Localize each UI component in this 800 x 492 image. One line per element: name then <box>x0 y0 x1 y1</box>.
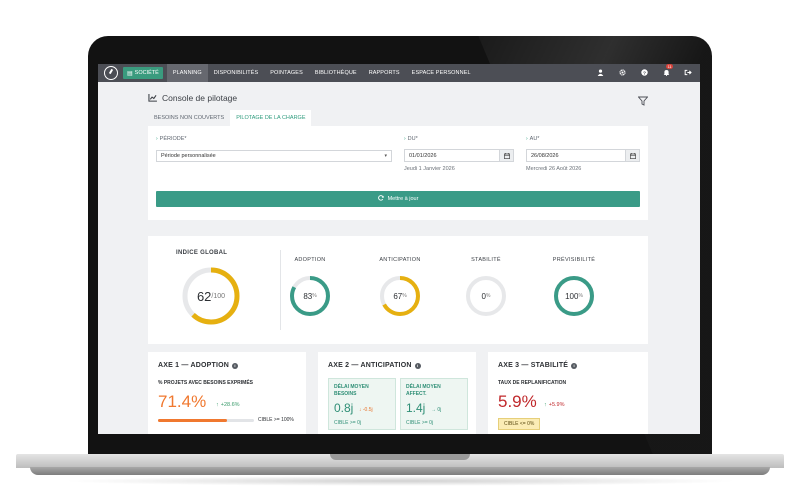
tab-bar: BESOINS NON COUVERTS PILOTAGE DE LA CHAR… <box>148 110 312 126</box>
gear-icon[interactable] <box>618 68 626 78</box>
delai-moyen-besoins-label: DÉLAI MOYEN BESOINS <box>334 384 369 397</box>
kpi-anticipation-value: 67% <box>393 291 407 301</box>
du-date-input[interactable]: 01/01/2026 <box>404 149 514 162</box>
axe-adoption-subtitle: % PROJETS AVEC BESOINS EXPRIMÉS <box>158 380 254 386</box>
axe-adoption-card: AXE 1 — ADOPTION i % PROJETS AVEC BESOIN… <box>148 352 306 434</box>
notification-badge: 11 <box>666 64 674 69</box>
axe-adoption-delta: ↑ +28.6% <box>216 402 240 408</box>
au-label: › AU* <box>526 136 540 142</box>
arrow-right-icon: → <box>431 407 436 413</box>
axe-adoption-cible: CIBLE >= 100% <box>258 417 294 423</box>
nav-item-rapports[interactable]: RAPPORTS <box>363 64 406 82</box>
bell-icon[interactable]: 11 <box>662 64 674 78</box>
periode-select-value: Période personnalisée <box>161 153 216 159</box>
app-logo-icon[interactable] <box>104 66 118 80</box>
chevron-right-icon: › <box>156 136 158 142</box>
societe-label: SOCIÉTÉ <box>134 70 159 76</box>
indice-global-value: 62/100 <box>196 288 226 304</box>
periode-label: › PÉRIODE* <box>156 136 187 142</box>
axe-adoption-value: 71.4% <box>158 392 207 411</box>
user-icon[interactable] <box>596 68 604 78</box>
axe-anticipation-title: AXE 2 — ANTICIPATION i <box>328 362 421 369</box>
kpi-stabilite-value: 0% <box>481 291 491 301</box>
societe-button[interactable]: ▤ SOCIÉTÉ <box>123 67 163 79</box>
building-icon: ▤ <box>127 70 133 77</box>
axe-anticipation-card: AXE 2 — ANTICIPATION i DÉLAI MOYEN BESOI… <box>318 352 476 434</box>
tab-besoins-non-couverts[interactable]: BESOINS NON COUVERTS <box>148 110 230 126</box>
refresh-icon <box>377 195 384 203</box>
axe-stabilite-subtitle: TAUX DE REPLANIFICATION <box>498 380 567 386</box>
kpi-anticipation-label: ANTICIPATION <box>379 257 421 263</box>
au-date-value[interactable]: 26/08/2026 <box>527 150 625 161</box>
axe-stabilite-title: AXE 3 — STABILITÉ i <box>498 362 578 369</box>
calendar-icon[interactable] <box>625 150 639 161</box>
arrow-up-icon: ↑ <box>544 402 547 408</box>
page-title: Console de pilotage <box>162 93 238 103</box>
indice-global-label: INDICE GLOBAL <box>176 250 228 256</box>
delai-moyen-affect-label: DÉLAI MOYEN AFFECT. <box>406 384 441 397</box>
au-date-hint: Mercredi 26 Août 2026 <box>526 166 582 172</box>
chevron-right-icon: › <box>404 136 406 142</box>
filter-panel: › PÉRIODE* Période personnalisée ▾ › DU*… <box>148 126 648 220</box>
info-icon[interactable]: i <box>232 362 239 369</box>
chevron-right-icon: › <box>526 136 528 142</box>
kpi-previsibilite-value: 100% <box>565 291 583 301</box>
nav-item-planning[interactable]: PLANNING <box>166 64 208 82</box>
app-screen: ▤ SOCIÉTÉ PLANNING DISPONIBILITÉS POINTA… <box>98 64 700 434</box>
chart-line-icon <box>148 89 157 107</box>
delai-moyen-besoins-box: DÉLAI MOYEN BESOINS 0.8j ↓ -0.5j CIBLE >… <box>328 378 396 430</box>
kpi-stabilite-label: STABILITÉ <box>471 257 501 263</box>
update-button-label: Mettre à jour <box>387 196 419 202</box>
du-date-hint: Jeudi 1 Janvier 2026 <box>404 166 455 172</box>
kpi-panel: INDICE GLOBAL 62/100 ADOPTION 83% ANTICIPA… <box>148 236 648 344</box>
svg-text:?: ? <box>643 70 646 76</box>
delai-moyen-besoins-delta: ↓ -0.5j <box>359 407 373 413</box>
nav-item-pointages[interactable]: POINTAGES <box>264 64 309 82</box>
filter-icon[interactable] <box>637 93 649 106</box>
delai-moyen-affect-cible: CIBLE >= 0j <box>406 420 433 426</box>
periode-select[interactable]: Période personnalisée ▾ <box>156 150 392 162</box>
nav-item-disponibilites[interactable]: DISPONIBILITÉS <box>208 64 265 82</box>
delai-moyen-besoins-cible: CIBLE >= 0j <box>334 420 361 426</box>
du-date-value[interactable]: 01/01/2026 <box>405 150 499 161</box>
update-button[interactable]: Mettre à jour <box>156 191 640 207</box>
axe-stabilite-value: 5.9% <box>498 392 537 411</box>
delai-moyen-affect-value: 1.4j <box>406 401 426 415</box>
nav-item-espace-personnel[interactable]: ESPACE PERSONNEL <box>406 64 477 82</box>
help-icon[interactable]: ? <box>640 68 648 78</box>
arrow-down-icon: ↓ <box>359 407 362 413</box>
tab-pilotage-de-la-charge[interactable]: PILOTAGE DE LA CHARGE <box>230 110 312 126</box>
au-date-input[interactable]: 26/08/2026 <box>526 149 640 162</box>
delai-moyen-affect-delta: → 0j <box>431 407 442 413</box>
laptop-base <box>0 440 800 475</box>
laptop-shadow <box>60 476 740 486</box>
kpi-adoption-label: ADOPTION <box>294 257 326 263</box>
axe-stabilite-delta: ↑ +5.9% <box>544 402 565 408</box>
chevron-down-icon: ▾ <box>384 153 387 159</box>
adoption-progress-fill <box>158 419 227 422</box>
kpi-divider <box>280 250 281 330</box>
delai-moyen-besoins-value: 0.8j <box>334 401 354 415</box>
axe-adoption-title: AXE 1 — ADOPTION i <box>158 362 239 369</box>
top-nav: ▤ SOCIÉTÉ PLANNING DISPONIBILITÉS POINTA… <box>98 64 700 82</box>
calendar-icon[interactable] <box>499 150 513 161</box>
delai-moyen-affect-box: DÉLAI MOYEN AFFECT. 1.4j → 0j CIBLE >= 0… <box>400 378 468 430</box>
page-header: Console de pilotage <box>148 89 649 107</box>
info-icon[interactable]: i <box>414 362 421 369</box>
kpi-previsibilite-label: PRÉVISIBILITÉ <box>552 257 596 263</box>
arrow-up-icon: ↑ <box>216 402 219 408</box>
kpi-adoption-value: 83% <box>303 291 317 301</box>
adoption-progress-track <box>158 419 254 422</box>
axe-stabilite-card: AXE 3 — STABILITÉ i TAUX DE REPLANIFICAT… <box>488 352 648 434</box>
logout-icon[interactable] <box>684 69 692 78</box>
du-label: › DU* <box>404 136 418 142</box>
info-icon[interactable]: i <box>571 362 578 369</box>
nav-item-bibliotheque[interactable]: BIBLIOTHÈQUE <box>309 64 363 82</box>
axe-stabilite-cible: CIBLE <= 0% <box>498 418 541 430</box>
